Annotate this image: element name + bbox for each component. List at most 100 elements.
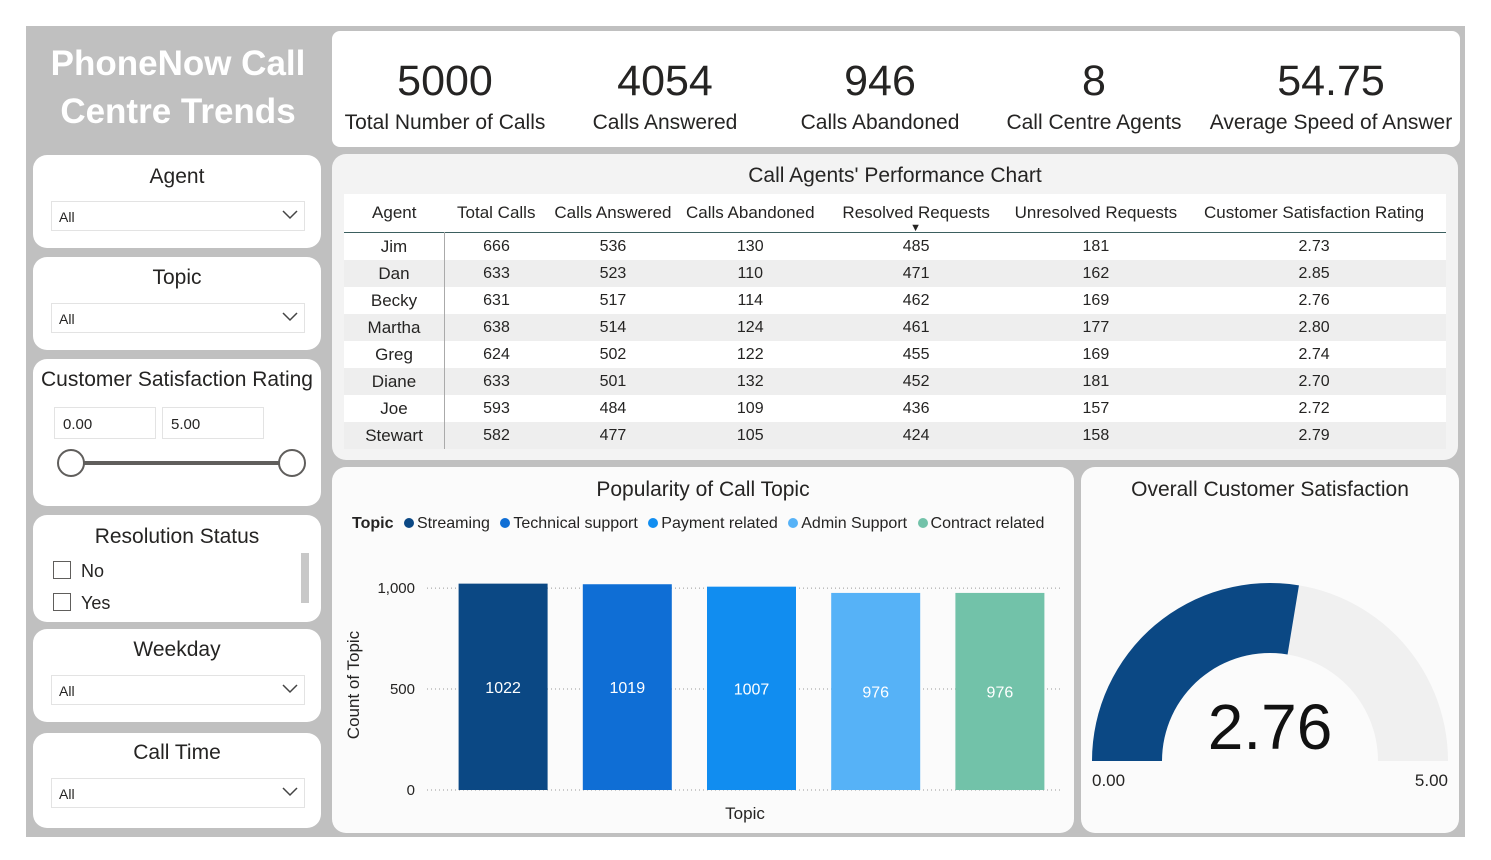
table-row[interactable]: Diane 633 501 132 452 181 2.70 <box>344 368 1446 395</box>
table-cell-agent: Greg <box>344 341 446 368</box>
resolution-slicer-title: Resolution Status <box>94 525 260 548</box>
kpi-label: Average Speed of Answer <box>1209 111 1453 134</box>
gauge-card: Overall Customer Satisfaction 2.76 0.00 5.… <box>1081 467 1459 833</box>
performance-table: Agent Total Calls Calls Answered Calls A… <box>344 194 1446 449</box>
chevron-down-icon <box>282 210 298 220</box>
weekday-dropdown[interactable]: All <box>51 675 305 705</box>
table-cell: 501 <box>547 368 678 395</box>
column-header-resolved-requests[interactable]: Resolved Requests ▼ <box>822 194 1010 234</box>
table-cell: 114 <box>677 287 823 314</box>
table-cell: 455 <box>822 341 1010 368</box>
checkbox-icon <box>53 561 71 579</box>
table-cell: 471 <box>822 260 1010 287</box>
y-tick-label: 1,000 <box>377 580 415 597</box>
table-row[interactable]: Stewart 582 477 105 424 158 2.79 <box>344 422 1446 449</box>
table-cell: 452 <box>822 368 1010 395</box>
table-cell-agent: Jim <box>344 232 446 260</box>
table-cell: 485 <box>822 232 1010 260</box>
table-cell: 2.70 <box>1182 368 1446 395</box>
table-row[interactable]: Greg 624 502 122 455 169 2.74 <box>344 341 1446 368</box>
table-cell: 484 <box>547 395 678 422</box>
table-row[interactable]: Jim 666 536 130 485 181 2.73 <box>344 232 1446 260</box>
table-cell: 2.73 <box>1182 232 1446 260</box>
table-cell: 477 <box>547 422 678 449</box>
table-cell: 169 <box>1009 287 1183 314</box>
kpi-label: Calls Answered <box>592 111 738 134</box>
performance-table-card: Call Agents' Performance Chart Agent Tot… <box>332 154 1458 460</box>
kpi-average-speed-of-answer: 54.75 Average Speed of Answer <box>1206 53 1456 137</box>
table-cell: 633 <box>444 368 548 395</box>
satisfaction-min-input[interactable]: 0.00 <box>54 407 156 439</box>
bar-data-label: 1022 <box>485 680 521 697</box>
column-header-label: Resolved Requests <box>842 203 990 222</box>
table-cell: 158 <box>1009 422 1183 449</box>
table-cell: 517 <box>547 287 678 314</box>
satisfaction-slicer-title: Customer Satisfaction Rating <box>41 368 313 391</box>
resolution-option-yes-label: Yes <box>81 593 111 613</box>
table-cell: 169 <box>1009 341 1183 368</box>
resolution-option-no[interactable]: No <box>53 561 104 582</box>
checkbox-icon <box>53 593 71 611</box>
table-cell-agent: Joe <box>344 395 446 422</box>
gauge-value: 2.76 <box>1208 691 1333 763</box>
table-cell: 162 <box>1009 260 1183 287</box>
bar-data-label: 976 <box>862 684 889 701</box>
resolution-scrollbar[interactable] <box>301 553 309 603</box>
call-time-slicer: Call Time All <box>33 733 321 828</box>
weekday-slicer-title: Weekday <box>133 638 221 661</box>
table-cell: 536 <box>547 232 678 260</box>
column-header-agent[interactable]: Agent <box>344 194 445 233</box>
kpi-label: Total Number of Calls <box>344 111 546 134</box>
table-cell: 631 <box>444 287 548 314</box>
table-cell-agent: Becky <box>344 287 446 314</box>
table-row[interactable]: Joe 593 484 109 436 157 2.72 <box>344 395 1446 422</box>
topic-slicer-title: Topic <box>152 266 202 289</box>
bar-data-label: 976 <box>987 684 1014 701</box>
column-header-calls-abandoned[interactable]: Calls Abandoned <box>677 194 823 233</box>
agent-slicer: Agent All <box>33 155 321 248</box>
table-cell: 514 <box>547 314 678 341</box>
column-header-calls-answered[interactable]: Calls Answered <box>547 194 678 233</box>
satisfaction-slider-max-handle[interactable] <box>278 449 306 477</box>
table-cell: 624 <box>444 341 548 368</box>
dashboard-title: PhoneNow Call Centre Trends <box>50 44 306 131</box>
satisfaction-slider-min-handle[interactable] <box>57 449 85 477</box>
kpi-calls-abandoned: 946 Calls Abandoned <box>775 53 985 137</box>
chevron-down-icon <box>282 787 298 797</box>
satisfaction-max-input[interactable]: 5.00 <box>162 407 264 439</box>
column-header-unresolved-requests[interactable]: Unresolved Requests <box>1009 194 1183 233</box>
satisfaction-slider-track[interactable] <box>71 461 293 465</box>
x-axis-label: Topic <box>725 804 765 823</box>
table-row[interactable]: Martha 638 514 124 461 177 2.80 <box>344 314 1446 341</box>
resolution-option-yes[interactable]: Yes <box>53 593 110 614</box>
call-time-dropdown[interactable]: All <box>51 778 305 808</box>
table-cell: 638 <box>444 314 548 341</box>
kpi-label: Calls Abandoned <box>800 111 960 134</box>
topic-slicer: Topic All <box>33 257 321 350</box>
kpi-calls-answered: 4054 Calls Answered <box>560 53 770 137</box>
table-cell: 424 <box>822 422 1010 449</box>
table-cell-agent: Dan <box>344 260 446 287</box>
topic-dropdown[interactable]: All <box>51 303 305 333</box>
kpi-value: 946 <box>844 57 916 105</box>
table-cell: 582 <box>444 422 548 449</box>
kpi-value: 5000 <box>397 57 493 105</box>
y-axis-label: Count of Topic <box>344 630 363 739</box>
column-header-total-calls[interactable]: Total Calls <box>444 194 548 233</box>
gauge-min-label: 0.00 <box>1092 771 1125 790</box>
table-cell: 523 <box>547 260 678 287</box>
performance-table-title: Call Agents' Performance Chart <box>748 164 1042 187</box>
table-cell: 109 <box>677 395 823 422</box>
table-cell: 130 <box>677 232 823 260</box>
column-header-customer-satisfaction-rating[interactable]: Customer Satisfaction Rating <box>1182 194 1446 233</box>
y-tick-label: 500 <box>390 681 415 698</box>
satisfaction-slicer: Customer Satisfaction Rating 0.00 5.00 <box>33 359 321 506</box>
table-cell: 2.85 <box>1182 260 1446 287</box>
table-cell: 181 <box>1009 232 1183 260</box>
table-cell: 124 <box>677 314 823 341</box>
table-cell: 633 <box>444 260 548 287</box>
table-cell: 502 <box>547 341 678 368</box>
table-row[interactable]: Dan 633 523 110 471 162 2.85 <box>344 260 1446 287</box>
table-row[interactable]: Becky 631 517 114 462 169 2.76 <box>344 287 1446 314</box>
agent-dropdown[interactable]: All <box>51 201 305 231</box>
